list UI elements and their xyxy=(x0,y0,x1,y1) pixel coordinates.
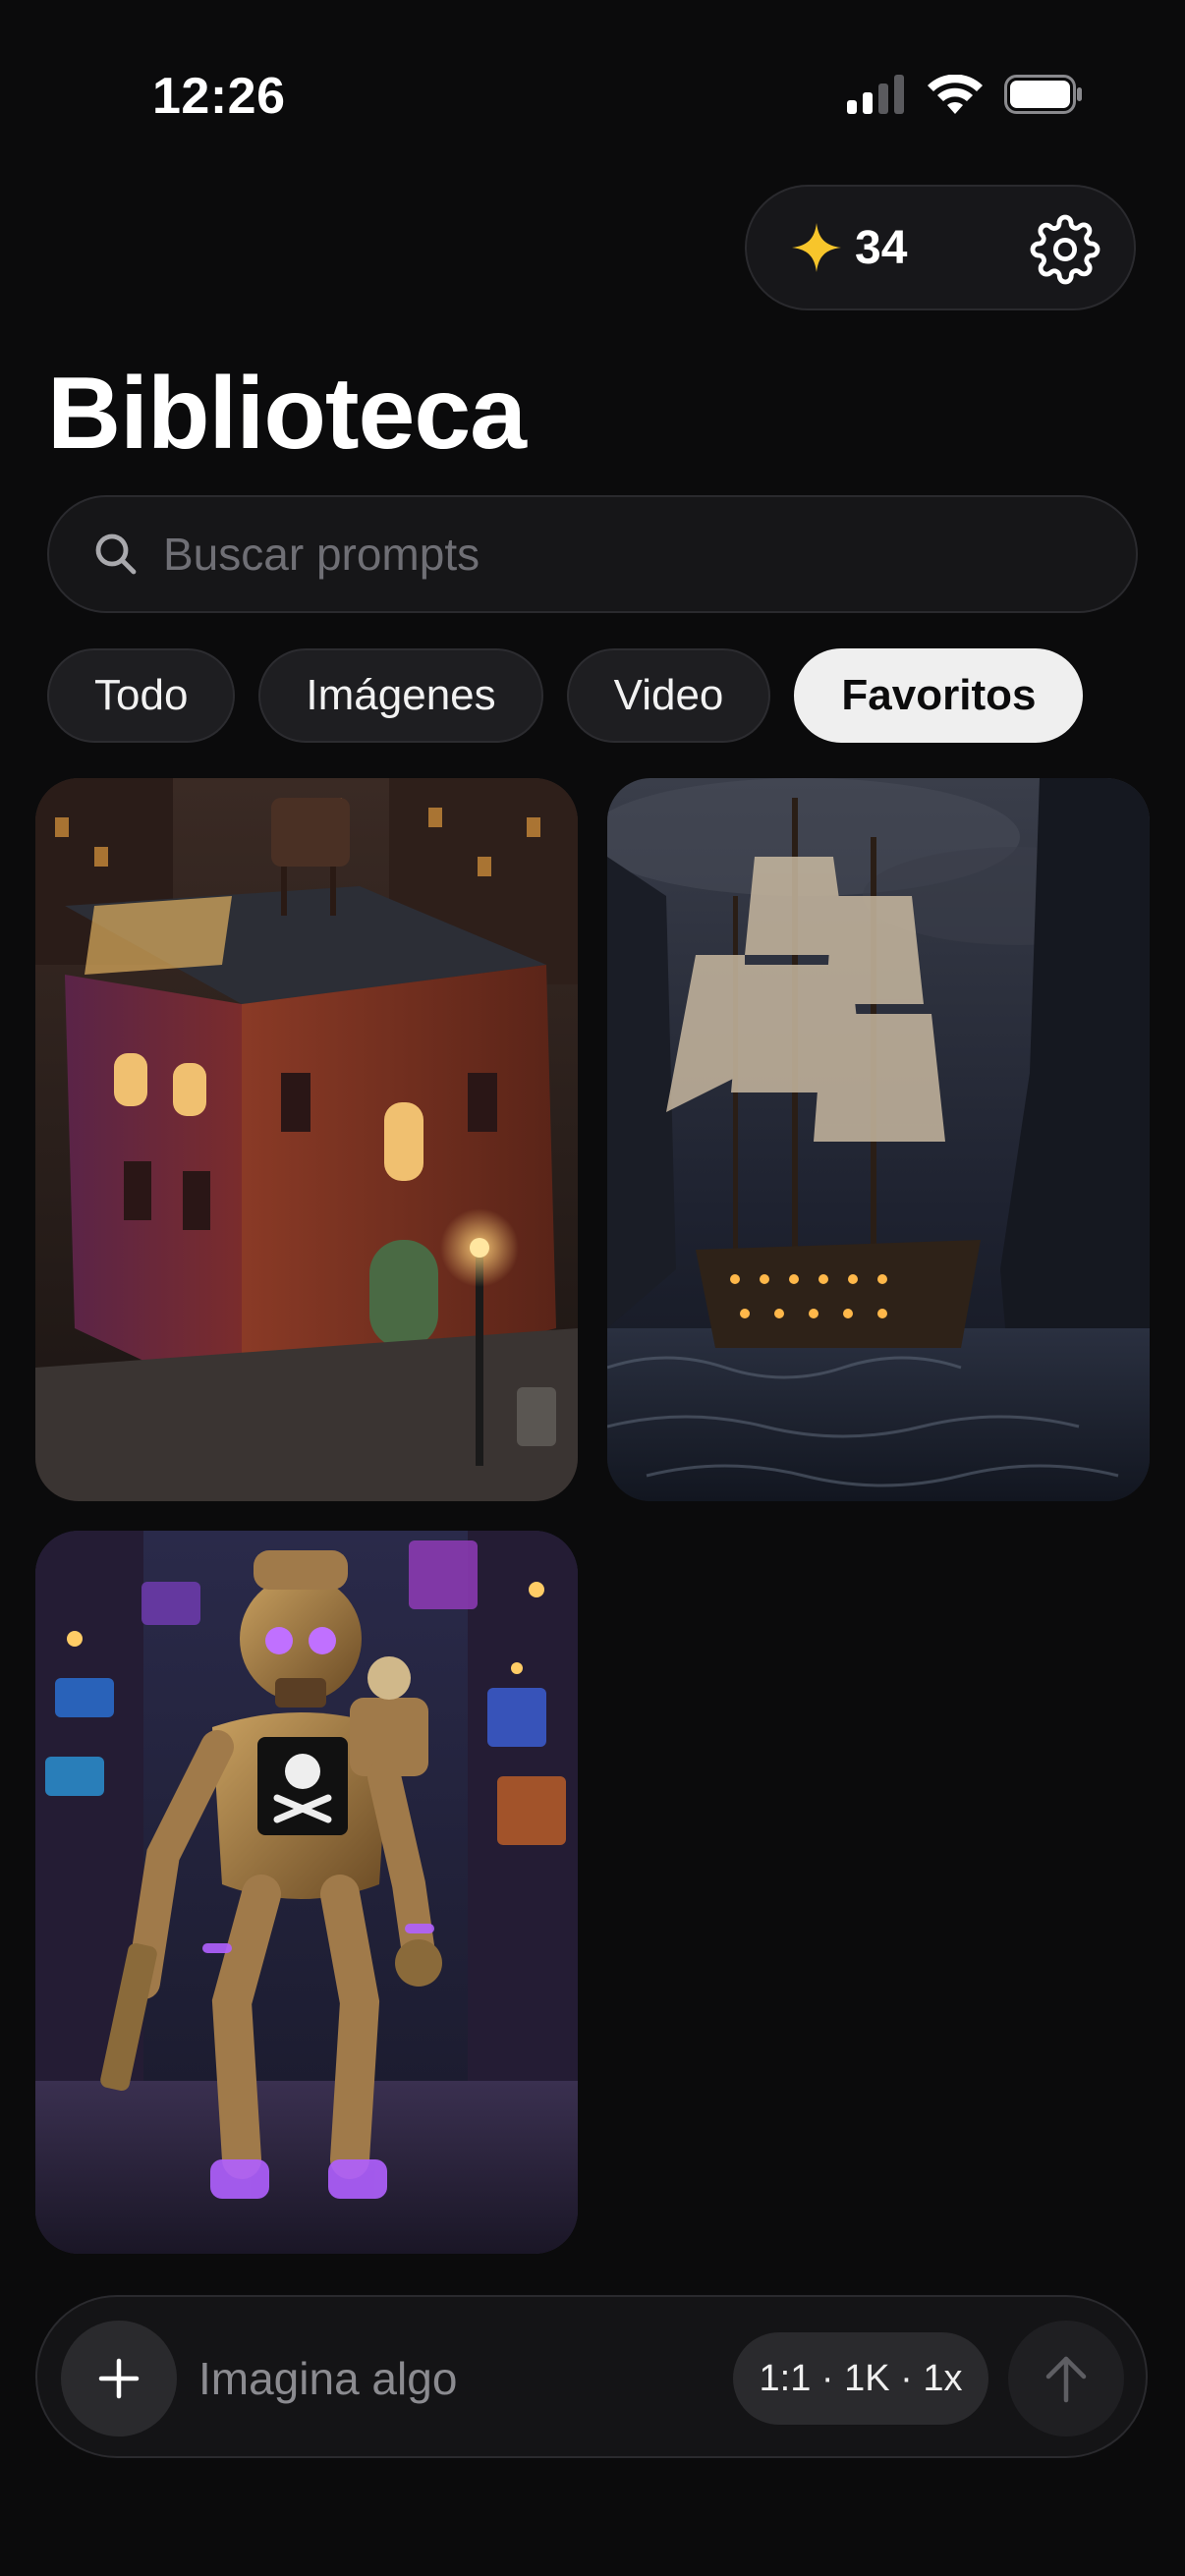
credits-badge[interactable]: 34 xyxy=(792,221,907,275)
library-screen: 12:26 34 Biblioteca Buscar prompts Todo … xyxy=(0,0,1185,2576)
wifi-icon xyxy=(928,75,983,114)
prompt-input[interactable] xyxy=(198,2344,709,2413)
status-icons xyxy=(847,75,1083,114)
filter-chips: Todo Imágenes Video Favoritos xyxy=(47,648,1084,743)
generation-settings-chip[interactable]: 1:1 · 1K · 1x xyxy=(733,2332,988,2425)
search-bar[interactable] xyxy=(47,495,1138,613)
search-icon xyxy=(95,533,137,575)
search-input[interactable] xyxy=(163,528,1136,581)
send-button[interactable] xyxy=(1008,2321,1124,2436)
page-title: Biblioteca xyxy=(47,357,527,471)
signal-icon xyxy=(847,75,904,114)
pirate-ship-image[interactable] xyxy=(607,778,1150,1501)
settings-button[interactable] xyxy=(1026,210,1104,289)
arrow-up-icon xyxy=(1045,2356,1087,2403)
filter-chip-favoritos[interactable]: Favoritos xyxy=(794,648,1084,743)
filter-chip-todo[interactable]: Todo xyxy=(47,648,236,743)
battery-icon xyxy=(1004,75,1082,114)
add-button[interactable] xyxy=(61,2321,177,2436)
sparkle-icon xyxy=(792,223,841,272)
prompt-composer: 1:1 · 1K · 1x xyxy=(35,2295,1148,2458)
pirate-ship-illustration xyxy=(607,778,1150,1501)
credits-pill: 34 xyxy=(745,185,1136,310)
gear-icon xyxy=(1030,214,1100,285)
townhouse-image[interactable] xyxy=(35,778,578,1501)
status-time: 12:26 xyxy=(152,68,286,125)
filter-chip-imagenes[interactable]: Imágenes xyxy=(258,648,543,743)
pirate-robot-image[interactable] xyxy=(35,1531,578,2254)
filter-chip-video[interactable]: Video xyxy=(566,648,771,743)
pirate-robot-illustration xyxy=(35,1531,578,2254)
credits-count: 34 xyxy=(855,221,908,274)
townhouse-illustration xyxy=(35,778,578,1501)
plus-icon xyxy=(98,2358,140,2399)
